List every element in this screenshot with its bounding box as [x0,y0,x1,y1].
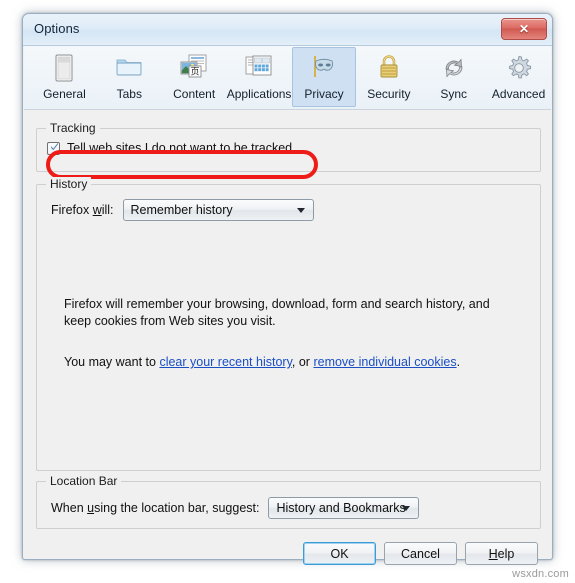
tab-content[interactable]: 页 Content [162,47,227,107]
cancel-button[interactable]: Cancel [384,542,457,565]
ok-button[interactable]: OK [303,542,376,565]
help-text-after: elp [497,546,515,561]
tabs-icon [112,52,146,84]
history-group: History Firefox will: Remember history F… [36,177,541,471]
location-label-after: sing the location bar, suggest: [94,501,260,515]
privacy-pane: Tracking Tell web sites I do not want to… [23,110,552,565]
clear-recent-history-link[interactable]: clear your recent history [159,355,291,369]
title-bar: Options ✕ [23,14,552,46]
tab-tabs-label: Tabs [116,87,142,101]
history-links-prefix: You may want to [64,355,160,369]
location-bar-group: Location Bar When using the location bar… [36,474,541,529]
svg-text:页: 页 [191,67,200,78]
content-icon: 页 [177,52,211,84]
do-not-track-row[interactable]: Tell web sites I do not want to be track… [47,141,292,155]
remove-individual-cookies-link[interactable]: remove individual cookies [313,355,456,369]
chevron-down-icon [296,208,305,213]
tab-sync[interactable]: Sync [421,47,486,107]
do-not-track-label: Tell web sites I do not want to be track… [67,141,292,155]
tab-security-label: Security [367,87,411,101]
history-label-accesskey: w [92,203,102,217]
history-mode-label: Firefox will: [51,203,114,217]
do-not-track-checkbox[interactable] [47,141,60,155]
history-mode-dropdown[interactable]: Remember history [122,199,314,221]
privacy-mask-icon [307,52,341,84]
history-links-middle: , or [291,355,314,369]
dnt-text-after: o not want to be tracked [158,141,293,155]
options-dialog-window: Options ✕ General Tabs 页 Content Applica… [22,13,553,565]
tab-sync-label: Sync [440,87,468,101]
tab-advanced[interactable]: Advanced [486,47,551,107]
tab-tabs[interactable]: Tabs [97,47,162,107]
dnt-text-before: Tell web sites I [67,141,152,155]
history-links-sentence: You may want to clear your recent histor… [64,354,516,371]
window-title: Options [34,21,80,36]
location-bar-suggest-label: When using the location bar, suggest: [51,501,259,515]
tab-general[interactable]: General [32,47,97,107]
history-description-line2: keep cookies from Web sites you visit. [64,314,276,328]
tab-privacy-label: Privacy [304,87,344,101]
history-group-caption: History [46,177,92,191]
sync-arrows-icon [437,52,471,84]
tab-applications[interactable]: Applications [227,47,292,107]
chevron-down-icon [402,506,411,511]
tab-content-label: Content [173,87,216,101]
dialog-client-area: General Tabs 页 Content Applications Priv… [23,46,552,565]
location-bar-suggest-row: When using the location bar, suggest: Hi… [51,497,420,519]
close-button[interactable]: ✕ [501,18,547,40]
history-mode-value: Remember history [130,203,233,217]
tab-security[interactable]: Security [356,47,421,107]
site-watermark: wsxdn.com [512,568,569,580]
general-icon [47,52,81,84]
dnt-accesskey: d [151,141,159,155]
location-bar-suggest-dropdown[interactable]: History and Bookmarks [268,497,420,519]
tracking-group-caption: Tracking [46,121,100,135]
location-bar-group-caption: Location Bar [46,474,122,488]
gear-icon [502,52,536,84]
history-description-line1: Firefox will remember your browsing, dow… [64,297,490,311]
history-label-after: ill: [101,203,114,217]
padlock-icon [372,52,406,84]
close-icon: ✕ [518,22,530,36]
help-button[interactable]: Help [465,542,538,565]
checkmark-icon [51,142,58,150]
history-description: Firefox will remember your browsing, dow… [64,296,516,330]
history-links-suffix: . [456,355,461,369]
tracking-group: Tracking Tell web sites I do not want to… [36,121,541,179]
tab-general-label: General [43,87,86,101]
dialog-button-row: OK Cancel Help [303,542,538,565]
tab-applications-label: Applications [226,87,292,101]
pref-pane-toolbar: General Tabs 页 Content Applications Priv… [24,46,551,110]
help-accesskey: H [488,546,498,561]
location-label-before: When [51,501,88,515]
applications-icon [242,52,276,84]
screenshot-root: Options ✕ General Tabs 页 Content Applica… [0,0,575,583]
history-mode-row: Firefox will: Remember history [51,199,314,221]
history-label-before: Firefox [51,203,93,217]
tab-advanced-label: Advanced [491,87,546,101]
tab-privacy[interactable]: Privacy [291,47,357,107]
location-bar-suggest-value: History and Bookmarks [276,501,406,515]
